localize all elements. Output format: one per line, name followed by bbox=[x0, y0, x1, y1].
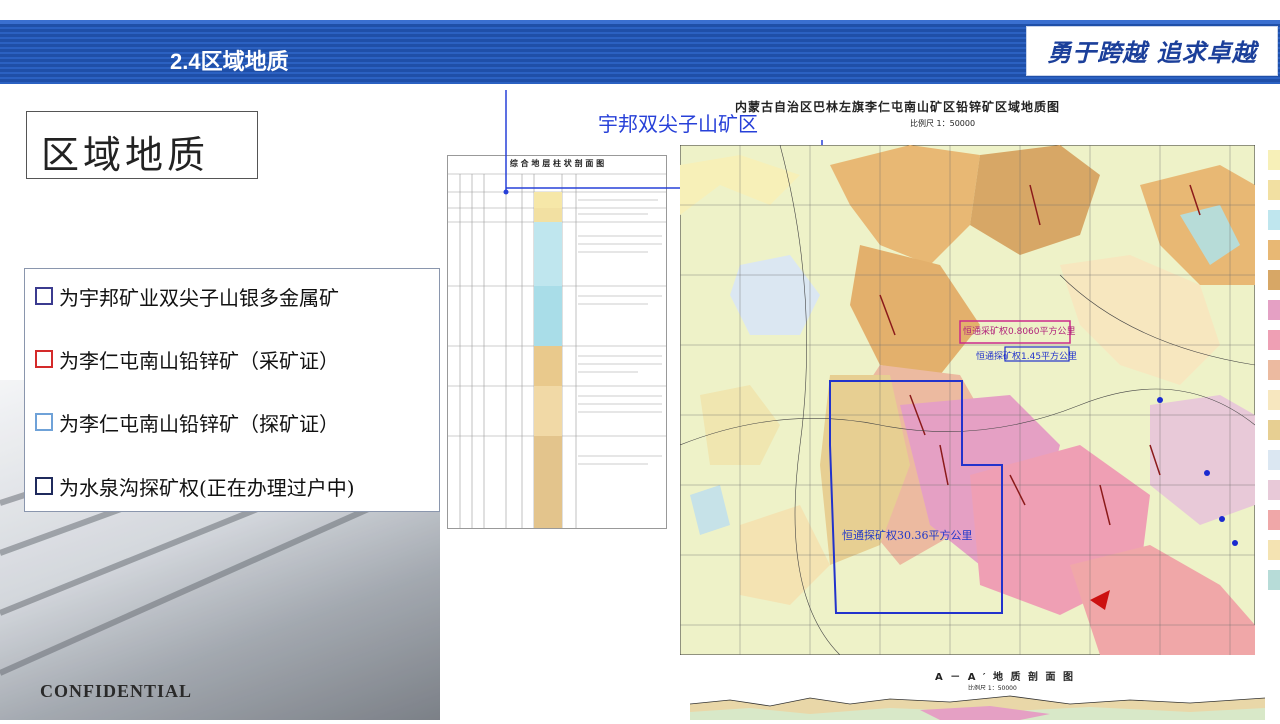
exploration-box-label: 恒通探矿权30.36平方公里 bbox=[842, 529, 973, 542]
legend-label: 为李仁屯南山铅锌矿（采矿证） bbox=[59, 348, 339, 373]
geological-map-graphic bbox=[679, 144, 1256, 656]
legend-swatch bbox=[35, 287, 53, 305]
stratigraphic-column: 综 合 地 层 柱 状 剖 面 图 bbox=[447, 155, 667, 529]
legend-swatch bbox=[35, 413, 53, 431]
callout-label: 宇邦双尖子山矿区 bbox=[598, 112, 758, 136]
slogan-logo: 勇于跨越 追求卓越 bbox=[1026, 26, 1278, 76]
legend-label: 为宇邦矿业双尖子山银多金属矿 bbox=[59, 285, 339, 310]
slogan-text: 勇于跨越 追求卓越 bbox=[1047, 38, 1257, 67]
section-title-box: 区域地质 bbox=[26, 111, 258, 179]
map-title: 内蒙古自治区巴林左旗李仁屯南山矿区铅锌矿区域地质图 bbox=[735, 100, 1061, 114]
section-title: A － A ′ 地 质 剖 面 图 bbox=[935, 672, 1075, 683]
geological-map: 恒通探矿权30.36平方公里 恒通采矿权0.8060平方公里 恒通探矿权1.45… bbox=[679, 144, 1256, 656]
legend-item: 为水泉沟探矿权(正在办理过户中) bbox=[35, 471, 355, 501]
legend-item: 为李仁屯南山铅锌矿（探矿证） bbox=[35, 407, 339, 437]
cross-section bbox=[689, 690, 1266, 720]
legend-item: 为宇邦矿业双尖子山银多金属矿 bbox=[35, 281, 339, 311]
map-legend: 为宇邦矿业双尖子山银多金属矿 为李仁屯南山铅锌矿（采矿证） 为李仁屯南山铅锌矿（… bbox=[24, 268, 440, 512]
legend-label: 为李仁屯南山铅锌矿（探矿证） bbox=[59, 411, 339, 436]
mining-box-label: 恒通采矿权0.8060平方公里 bbox=[963, 327, 1076, 337]
side-legend-graphic bbox=[1268, 150, 1280, 590]
legend-swatch bbox=[35, 350, 53, 368]
cross-section-graphic bbox=[689, 690, 1266, 720]
legend-item: 为李仁屯南山铅锌矿（采矿证） bbox=[35, 344, 339, 374]
strat-column-graphic bbox=[448, 173, 666, 528]
map-scale: 比例尺 1：50000 bbox=[910, 119, 976, 128]
section-title-text: 区域地质 bbox=[41, 133, 210, 177]
legend-label: 为水泉沟探矿权(正在办理过户中) bbox=[59, 475, 355, 500]
map-side-legend bbox=[1268, 120, 1280, 720]
legend-swatch bbox=[35, 477, 53, 495]
page-title: 2.4区域地质 bbox=[170, 49, 289, 74]
confidential-mark: CONFIDENTIAL bbox=[40, 681, 193, 701]
exploration-small-box-label: 恒通探矿权1.45平方公里 bbox=[976, 352, 1078, 362]
